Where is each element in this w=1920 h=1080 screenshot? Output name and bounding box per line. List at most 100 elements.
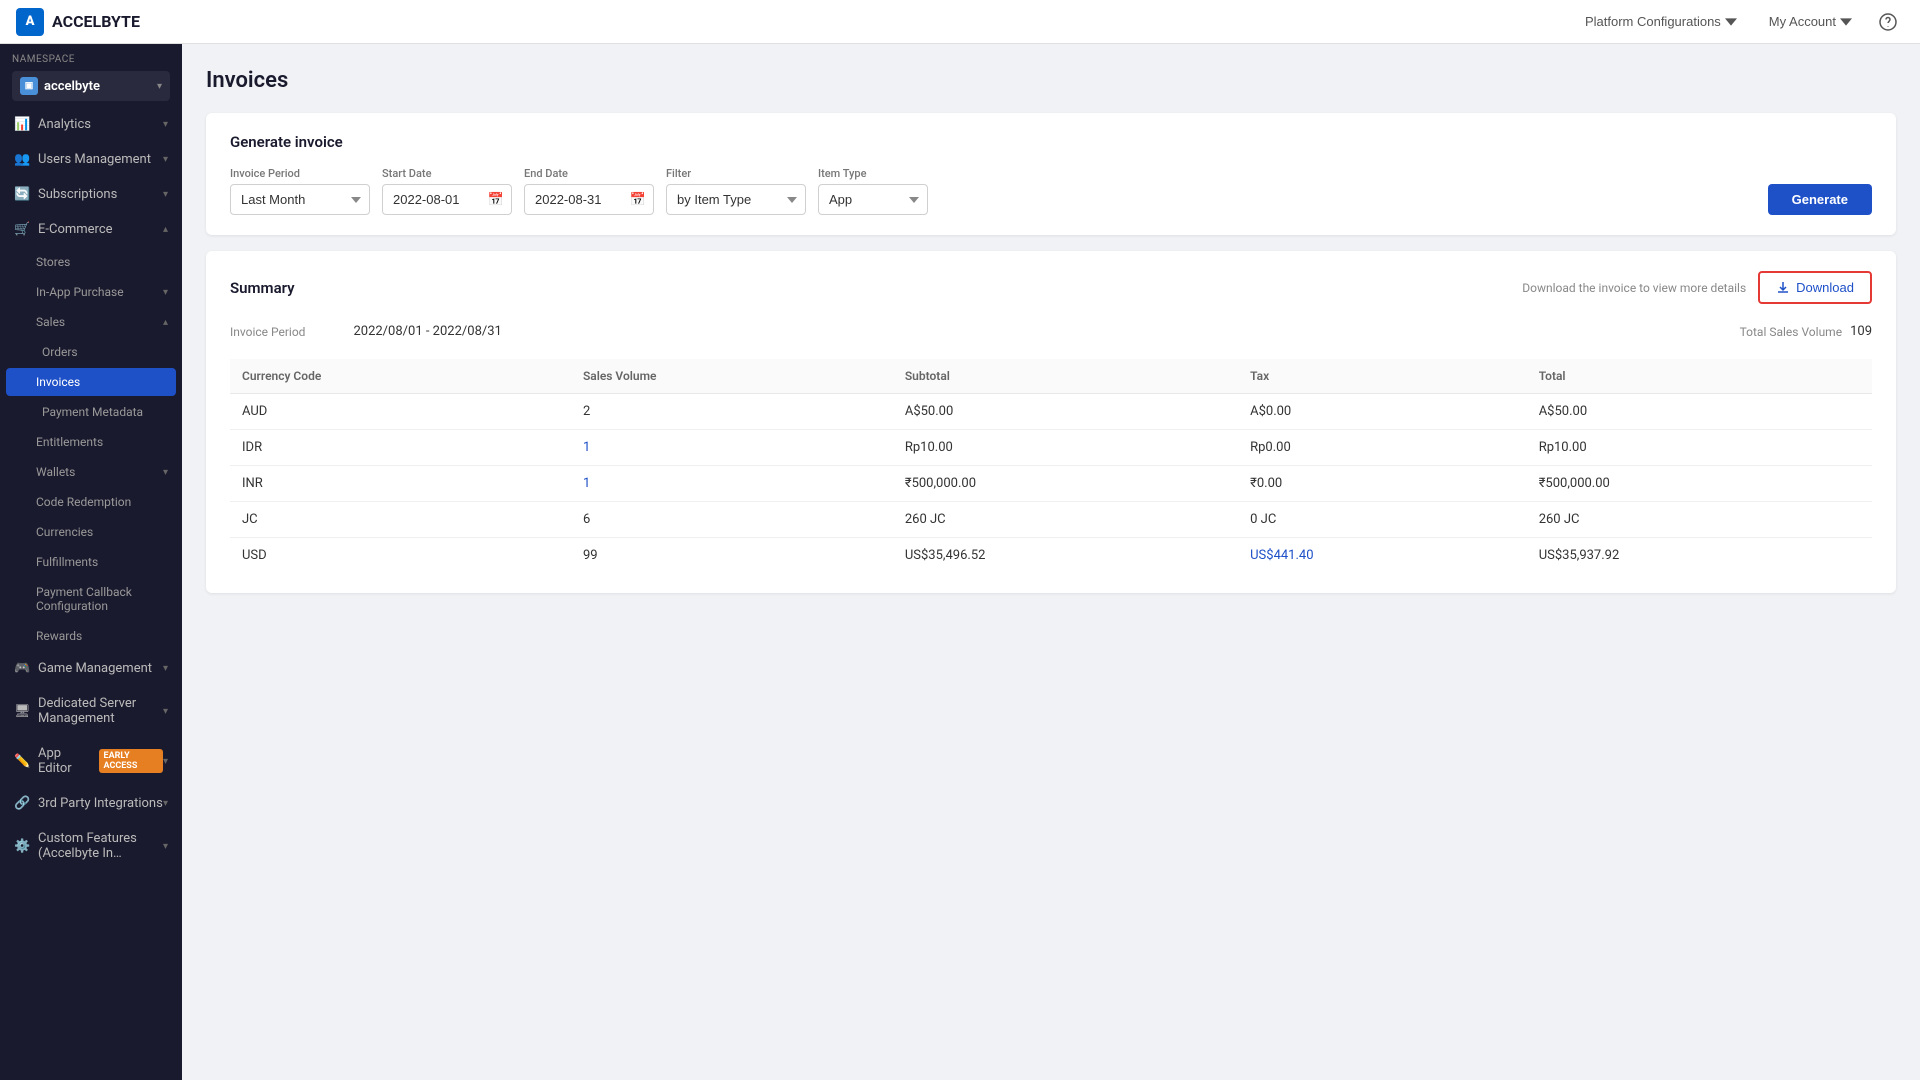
sidebar-item-invoices[interactable]: Invoices [6,368,176,396]
item-type-group: Item Type App Coins Bundle Season [818,167,928,215]
integrations-icon: 🔗 [14,796,30,811]
main-content: Invoices Generate invoice Invoice Period… [182,44,1920,1080]
chevron-icon: ▴ [163,224,168,235]
sidebar-item-dedicated-server[interactable]: 🖥 Dedicated Server Management ▾ [0,686,182,736]
sidebar-item-payment-metadata[interactable]: Payment Metadata [0,397,182,427]
table-row: JC 6 260 JC 0 JC 260 JC [230,502,1872,538]
start-date-group: Start Date 📅 [382,167,512,215]
cell-currency: INR [230,466,571,502]
sidebar-item-entitlements[interactable]: Entitlements [0,427,182,457]
sidebar-item-ecommerce[interactable]: 🛒 E-Commerce ▴ [0,212,182,247]
invoice-period-meta-label: Invoice Period [230,325,305,339]
chevron-icon: ▾ [163,287,168,298]
namespace-selector[interactable]: ▣ accelbyte ▾ [12,71,170,101]
cell-sales-volume: 1 [571,430,893,466]
sales-volume-link[interactable]: 1 [583,440,590,455]
chevron-icon: ▾ [163,706,168,717]
namespace-label: NAMESPACE [12,54,170,65]
cell-sales-volume: 1 [571,466,893,502]
start-date-input[interactable] [382,184,512,215]
sidebar-item-users-management[interactable]: 👥 Users Management ▾ [0,142,182,177]
cell-tax: ₹0.00 [1238,466,1527,502]
cell-total: Rp10.00 [1527,430,1872,466]
download-hint: Download the invoice to view more detail… [1522,281,1746,295]
sidebar-item-subscriptions[interactable]: 🔄 Subscriptions ▾ [0,177,182,212]
page-title: Invoices [206,68,1896,93]
sidebar-item-code-redemption[interactable]: Code Redemption [0,487,182,517]
custom-icon: ⚙️ [14,839,30,854]
topbar-right: Platform Configurations My Account [1573,6,1904,38]
end-date-wrap: 📅 [524,184,654,215]
topbar: A ACCELBYTE Platform Configurations My A… [0,0,1920,44]
namespace-chevron-icon: ▾ [157,81,162,92]
invoice-period-select[interactable]: Last Month This Month Custom [230,184,370,215]
cell-currency: IDR [230,430,571,466]
early-access-badge: EARLY ACCESS [99,749,163,773]
generate-button[interactable]: Generate [1768,184,1872,215]
cell-subtotal: 260 JC [893,502,1238,538]
end-date-input[interactable] [524,184,654,215]
sidebar-item-custom-features[interactable]: ⚙️ Custom Features (Accelbyte In… ▾ [0,821,182,871]
cell-tax: Rp0.00 [1238,430,1527,466]
invoice-period-label: Invoice Period [230,167,370,180]
app-name: ACCELBYTE [52,12,140,31]
col-subtotal: Subtotal [893,359,1238,394]
sidebar-item-rewards[interactable]: Rewards [0,621,182,651]
end-date-group: End Date 📅 [524,167,654,215]
sales-volume-link[interactable]: 1 [583,476,590,491]
chevron-icon: ▾ [163,189,168,200]
invoice-period-meta-value: 2022/08/01 - 2022/08/31 [353,324,501,339]
analytics-icon: 📊 [14,117,30,132]
invoice-meta: Invoice Period 2022/08/01 - 2022/08/31 T… [230,320,1872,343]
cell-tax: US$441.40 [1238,538,1527,574]
sidebar-item-payment-callback[interactable]: Payment Callback Configuration [0,577,182,621]
sidebar-item-wallets[interactable]: Wallets ▾ [0,457,182,487]
item-type-select[interactable]: App Coins Bundle Season [818,184,928,215]
sidebar: NAMESPACE ▣ accelbyte ▾ 📊 Analytics ▾ 👥 … [0,44,182,1080]
table-row: AUD 2 A$50.00 A$0.00 A$50.00 [230,394,1872,430]
chevron-icon: ▾ [163,467,168,478]
end-date-label: End Date [524,167,654,180]
col-total: Total [1527,359,1872,394]
filter-select[interactable]: by Item Type by Currency [666,184,806,215]
start-date-wrap: 📅 [382,184,512,215]
generate-invoice-form: Invoice Period Last Month This Month Cus… [230,167,1872,215]
game-icon: 🎮 [14,661,30,676]
col-currency-code: Currency Code [230,359,571,394]
cell-total: A$50.00 [1527,394,1872,430]
account-button[interactable]: My Account [1757,8,1864,35]
subscriptions-icon: 🔄 [14,187,30,202]
sidebar-item-sales[interactable]: Sales ▴ [0,307,182,337]
summary-title: Summary [230,279,295,297]
item-type-label: Item Type [818,167,928,180]
download-area: Download the invoice to view more detail… [1522,271,1872,304]
sidebar-item-3rd-party[interactable]: 🔗 3rd Party Integrations ▾ [0,786,182,821]
sidebar-item-analytics[interactable]: 📊 Analytics ▾ [0,107,182,142]
sidebar-item-app-editor[interactable]: ✏️ App Editor EARLY ACCESS ▾ [0,736,182,786]
platform-config-button[interactable]: Platform Configurations [1573,8,1749,35]
total-sales-value: 109 [1850,324,1872,339]
cell-subtotal: ₹500,000.00 [893,466,1238,502]
sidebar-item-orders[interactable]: Orders [0,337,182,367]
cell-subtotal: A$50.00 [893,394,1238,430]
sidebar-item-currencies[interactable]: Currencies [0,517,182,547]
sidebar-item-fulfillments[interactable]: Fulfillments [0,547,182,577]
chevron-icon: ▾ [163,119,168,130]
cell-sales-volume: 99 [571,538,893,574]
tax-link[interactable]: US$441.40 [1250,548,1313,563]
download-button[interactable]: Download [1758,271,1872,304]
sidebar-item-game-management[interactable]: 🎮 Game Management ▾ [0,651,182,686]
invoice-table: Currency Code Sales Volume Subtotal Tax … [230,359,1872,573]
namespace-section: NAMESPACE ▣ accelbyte ▾ [0,44,182,107]
help-button[interactable] [1872,6,1904,38]
cell-total: ₹500,000.00 [1527,466,1872,502]
namespace-icon: ▣ [20,77,38,95]
chevron-icon: ▾ [163,663,168,674]
cell-currency: JC [230,502,571,538]
sidebar-item-stores[interactable]: Stores [0,247,182,277]
sidebar-item-in-app-purchase[interactable]: In-App Purchase ▾ [0,277,182,307]
filter-label: Filter [666,167,806,180]
invoice-period-group: Invoice Period Last Month This Month Cus… [230,167,370,215]
ecommerce-icon: 🛒 [14,222,30,237]
cell-currency: USD [230,538,571,574]
